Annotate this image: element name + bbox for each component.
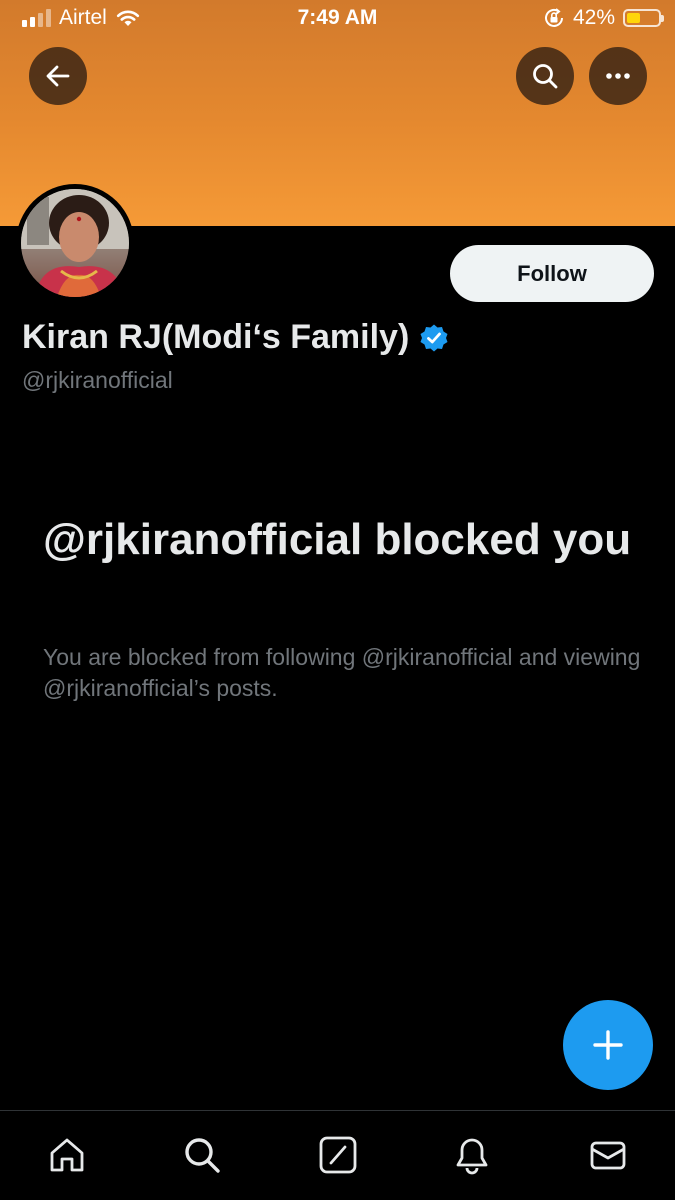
battery-icon [623, 9, 664, 27]
blocked-title: @rjkiranofficial blocked you [43, 515, 632, 564]
avatar[interactable] [16, 184, 134, 302]
plus-icon [593, 1030, 623, 1060]
orientation-lock-icon [544, 8, 563, 27]
tab-grok[interactable] [316, 1133, 360, 1177]
home-icon [50, 1138, 84, 1172]
display-name: Kiran RJ(Modi‘s Family) [22, 318, 410, 356]
tab-search[interactable] [180, 1133, 224, 1177]
search-button[interactable] [516, 47, 574, 105]
battery-percent: 42% [572, 6, 615, 29]
profile-handle: @rjkiranofficial [22, 367, 173, 393]
grok-icon [319, 1136, 357, 1174]
follow-button[interactable]: Follow [450, 245, 654, 302]
bottom-tab-bar [0, 1110, 675, 1200]
search-icon [533, 64, 558, 89]
status-bar: Airtel 7:49 AM 42% [0, 0, 675, 40]
search-icon [185, 1138, 220, 1173]
back-arrow-icon [46, 65, 70, 87]
verified-badge-icon[interactable] [419, 323, 449, 353]
notifications-icon [456, 1138, 488, 1175]
profile-name-row: Kiran RJ(Modi‘s Family) [22, 318, 449, 357]
messages-icon [590, 1141, 626, 1170]
profile-photo [21, 189, 129, 297]
blocked-description: You are blocked from following @rjkirano… [43, 644, 641, 701]
more-options-button[interactable] [589, 47, 647, 105]
more-options-icon [606, 73, 630, 79]
tab-messages[interactable] [586, 1133, 630, 1177]
tab-notifications[interactable] [450, 1133, 494, 1177]
tab-home[interactable] [45, 1133, 89, 1177]
back-button[interactable] [29, 47, 87, 105]
compose-post-button[interactable] [563, 1000, 653, 1090]
